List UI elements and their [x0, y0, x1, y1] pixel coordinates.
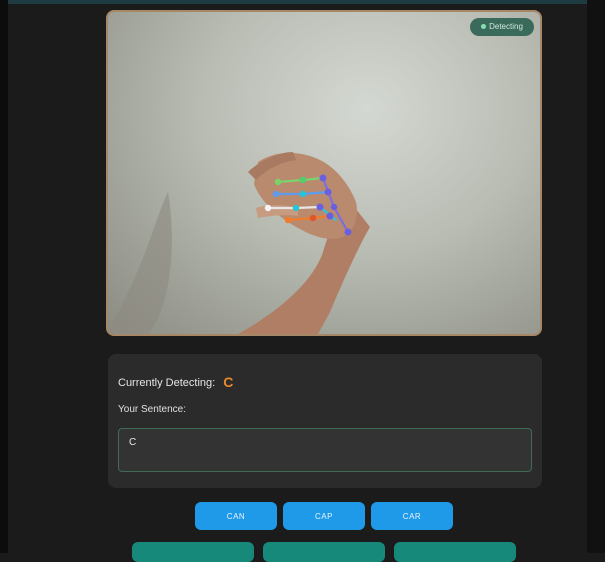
suggestion-button-2[interactable]: CAP [283, 502, 365, 530]
camera-status-text: Detecting [489, 22, 523, 31]
right-edge [587, 0, 605, 553]
hand-landmark-overlay [108, 152, 370, 334]
currently-detecting-row: Currently Detecting: C [118, 374, 233, 390]
status-dot-icon [481, 24, 487, 30]
action-button-2[interactable] [263, 542, 385, 562]
top-accent-bar [0, 0, 605, 4]
sentence-label: Your Sentence: [118, 404, 187, 415]
left-edge [0, 0, 8, 553]
currently-detecting-label: Currently Detecting: [118, 377, 216, 389]
suggestion-button-3[interactable]: CAR [371, 502, 453, 530]
action-button-3[interactable] [394, 542, 516, 562]
suggestion-button-1[interactable]: CAN [195, 502, 277, 530]
action-button-1[interactable] [132, 542, 254, 562]
sentence-output[interactable]: C [118, 428, 532, 472]
camera-status-badge: Detecting [470, 18, 534, 36]
camera-feed [106, 10, 542, 336]
detection-panel: Currently Detecting: C Your Sentence: C [108, 354, 542, 488]
detected-letter: C [223, 374, 234, 390]
